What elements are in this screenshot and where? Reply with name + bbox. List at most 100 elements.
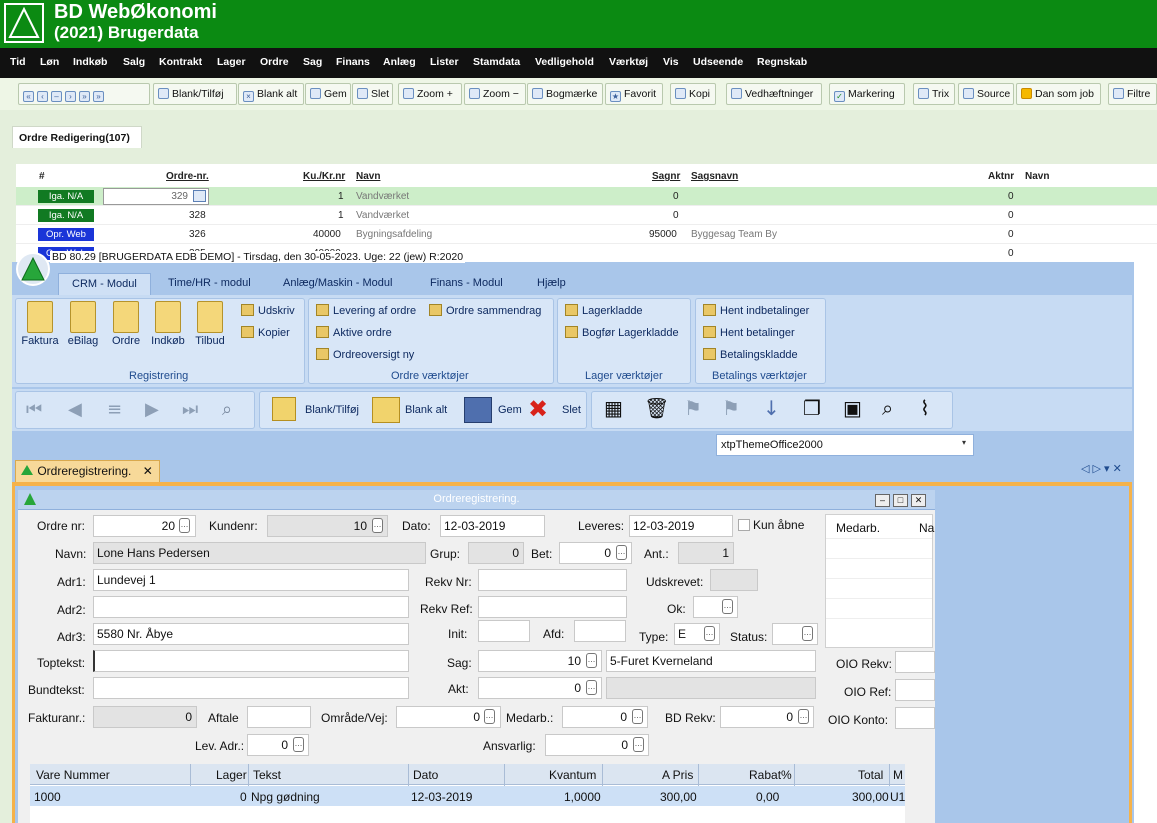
- oio-ref-field[interactable]: [895, 679, 935, 701]
- hent-betalinger-button[interactable]: Hent betalinger: [703, 326, 795, 339]
- menu-indkob[interactable]: Indkøb: [73, 56, 107, 68]
- tab-nav-icons[interactable]: ◁ ▷ ▾ ✕: [1081, 462, 1122, 475]
- search-icon[interactable]: ⌕: [222, 399, 232, 420]
- grid-header-aktnr[interactable]: Aktnr: [988, 171, 1014, 182]
- grid-header-ku-kr-nr[interactable]: Ku./Kr.nr: [303, 171, 345, 182]
- menu-stamdata[interactable]: Stamdata: [473, 56, 520, 68]
- grid-header-sagsnavn[interactable]: Sagsnavn: [691, 171, 738, 182]
- menu-salg[interactable]: Salg: [123, 56, 145, 68]
- col-lager[interactable]: Lager: [216, 768, 247, 782]
- zoom-out-button[interactable]: Zoom −: [464, 83, 526, 105]
- tab-ordre-redigering[interactable]: Ordre Redigering(107): [12, 126, 142, 148]
- afd-field[interactable]: [574, 620, 626, 642]
- udskriv-button[interactable]: Udskriv: [241, 304, 295, 317]
- ordreoversigt-ny-button[interactable]: Ordreoversigt ny: [316, 348, 414, 361]
- menu-lister[interactable]: Lister: [430, 56, 459, 68]
- window-tab[interactable]: Ordreregistrering. ✕: [15, 460, 160, 482]
- kopi-button[interactable]: Kopi: [670, 83, 716, 105]
- menu-vedligehold[interactable]: Vedligehold: [535, 56, 594, 68]
- trix-button[interactable]: Trix: [913, 83, 955, 105]
- maximize-button[interactable]: □: [893, 494, 908, 507]
- menu-regnskab[interactable]: Regnskab: [757, 56, 807, 68]
- col-kvantum[interactable]: Kvantum: [549, 768, 596, 782]
- navn-field[interactable]: Lone Hans Pedersen: [93, 542, 426, 564]
- dan-som-job-button[interactable]: Dan som job: [1016, 83, 1101, 105]
- sag-navn-field[interactable]: 5-Furet Kverneland: [606, 650, 816, 672]
- arrow-down-icon[interactable]: ↓: [763, 396, 780, 420]
- delete-icon[interactable]: ✖: [528, 395, 548, 423]
- aktive-ordre-button[interactable]: Aktive ordre: [316, 326, 392, 339]
- oio-konto-field[interactable]: [895, 707, 935, 729]
- aftale-field[interactable]: [247, 706, 311, 728]
- adr1-field[interactable]: Lundevej 1: [93, 569, 409, 591]
- col-vare-nummer[interactable]: Vare Nummer: [36, 768, 110, 782]
- run-2-icon[interactable]: ⚑: [722, 396, 740, 420]
- prev-record-icon[interactable]: ◀: [68, 399, 82, 420]
- lookup-icon[interactable]: …: [616, 545, 627, 560]
- blank-all-icon[interactable]: [372, 397, 400, 423]
- menu-lon[interactable]: Løn: [40, 56, 59, 68]
- kundenr-field[interactable]: 10: [267, 515, 388, 537]
- lookup-icon[interactable]: …: [633, 737, 644, 752]
- record-nav-group[interactable]: «‹ – ›»»: [18, 83, 150, 105]
- minimize-button[interactable]: –: [875, 494, 890, 507]
- prev-icon[interactable]: –: [51, 91, 62, 102]
- lookup-icon[interactable]: [193, 190, 206, 202]
- last-record-icon[interactable]: ⏭: [182, 399, 198, 420]
- slet-label[interactable]: Slet: [562, 404, 581, 416]
- markering-button[interactable]: ✓ Markering: [829, 83, 905, 105]
- new-record-icon[interactable]: [272, 397, 296, 421]
- tab-anlaeg-maskin-modul[interactable]: Anlæg/Maskin - Modul: [283, 277, 392, 295]
- kun-abne-checkbox[interactable]: [738, 519, 750, 531]
- init-field[interactable]: [478, 620, 530, 642]
- lookup-icon[interactable]: …: [293, 737, 304, 752]
- next-record-icon[interactable]: ▶: [145, 399, 159, 420]
- trash-icon[interactable]: 🗑: [644, 396, 669, 420]
- close-button[interactable]: ✕: [911, 494, 926, 507]
- stop-icon[interactable]: ≡: [107, 399, 122, 420]
- akt-field[interactable]: 0: [478, 677, 602, 699]
- lookup-icon[interactable]: …: [586, 653, 597, 668]
- documents-icon[interactable]: ❐: [803, 396, 821, 420]
- save-icon[interactable]: [464, 397, 492, 423]
- menu-vaerktoj[interactable]: Værktøj: [609, 56, 648, 68]
- tab-crm-modul[interactable]: CRM - Modul: [58, 273, 151, 295]
- col-tekst[interactable]: Tekst: [253, 768, 281, 782]
- adr2-field[interactable]: [93, 596, 409, 618]
- doc-search-icon[interactable]: ⌕: [882, 396, 893, 420]
- tab-time-hr-modul[interactable]: Time/HR - modul: [168, 277, 251, 295]
- lookup-icon[interactable]: …: [704, 626, 715, 641]
- next-page-icon[interactable]: »: [79, 91, 90, 102]
- menu-anlaeg[interactable]: Anlæg: [383, 56, 416, 68]
- dato-field[interactable]: 12-03-2019: [440, 515, 545, 537]
- lookup-icon[interactable]: …: [484, 709, 495, 724]
- menu-sag[interactable]: Sag: [303, 56, 322, 68]
- col-dato[interactable]: Dato: [413, 768, 438, 782]
- attachment-icon[interactable]: ⌇: [920, 396, 930, 420]
- col-a-pris[interactable]: A Pris: [662, 768, 693, 782]
- close-tab-icon[interactable]: ✕: [143, 464, 153, 478]
- menu-lager[interactable]: Lager: [217, 56, 246, 68]
- theme-select[interactable]: xtpThemeOffice2000: [716, 434, 974, 456]
- col-rabat[interactable]: Rabat%: [749, 768, 792, 782]
- grup-field[interactable]: 0: [468, 542, 524, 564]
- grid-header-navn-2[interactable]: Navn: [1025, 171, 1049, 182]
- image-icon[interactable]: ▣: [843, 396, 862, 420]
- favorit-button[interactable]: ★ Favorit: [605, 83, 663, 105]
- lookup-icon[interactable]: …: [586, 680, 597, 695]
- lookup-icon[interactable]: …: [372, 518, 383, 533]
- bogmaerke-button[interactable]: Bogmærke: [527, 83, 603, 105]
- adr3-field[interactable]: 5580 Nr. Åbye: [93, 623, 409, 645]
- bogfor-lagerkladde-button[interactable]: Bogfør Lagerkladde: [565, 326, 679, 339]
- grid-header-sagnr[interactable]: Sagnr: [652, 171, 680, 182]
- vedhaeftninger-button[interactable]: Vedhæftninger: [726, 83, 822, 105]
- filtre-button[interactable]: Filtre: [1108, 83, 1157, 105]
- blank-alt-label[interactable]: Blank alt: [405, 404, 447, 416]
- tab-hjaelp[interactable]: Hjælp: [537, 277, 566, 295]
- hent-indbetalinger-button[interactable]: Hent indbetalinger: [703, 304, 809, 317]
- menu-vis[interactable]: Vis: [663, 56, 679, 68]
- rekv-ref-field[interactable]: [478, 596, 627, 618]
- menu-kontrakt[interactable]: Kontrakt: [159, 56, 202, 68]
- menu-ordre[interactable]: Ordre: [260, 56, 289, 68]
- next-icon[interactable]: ›: [65, 91, 76, 102]
